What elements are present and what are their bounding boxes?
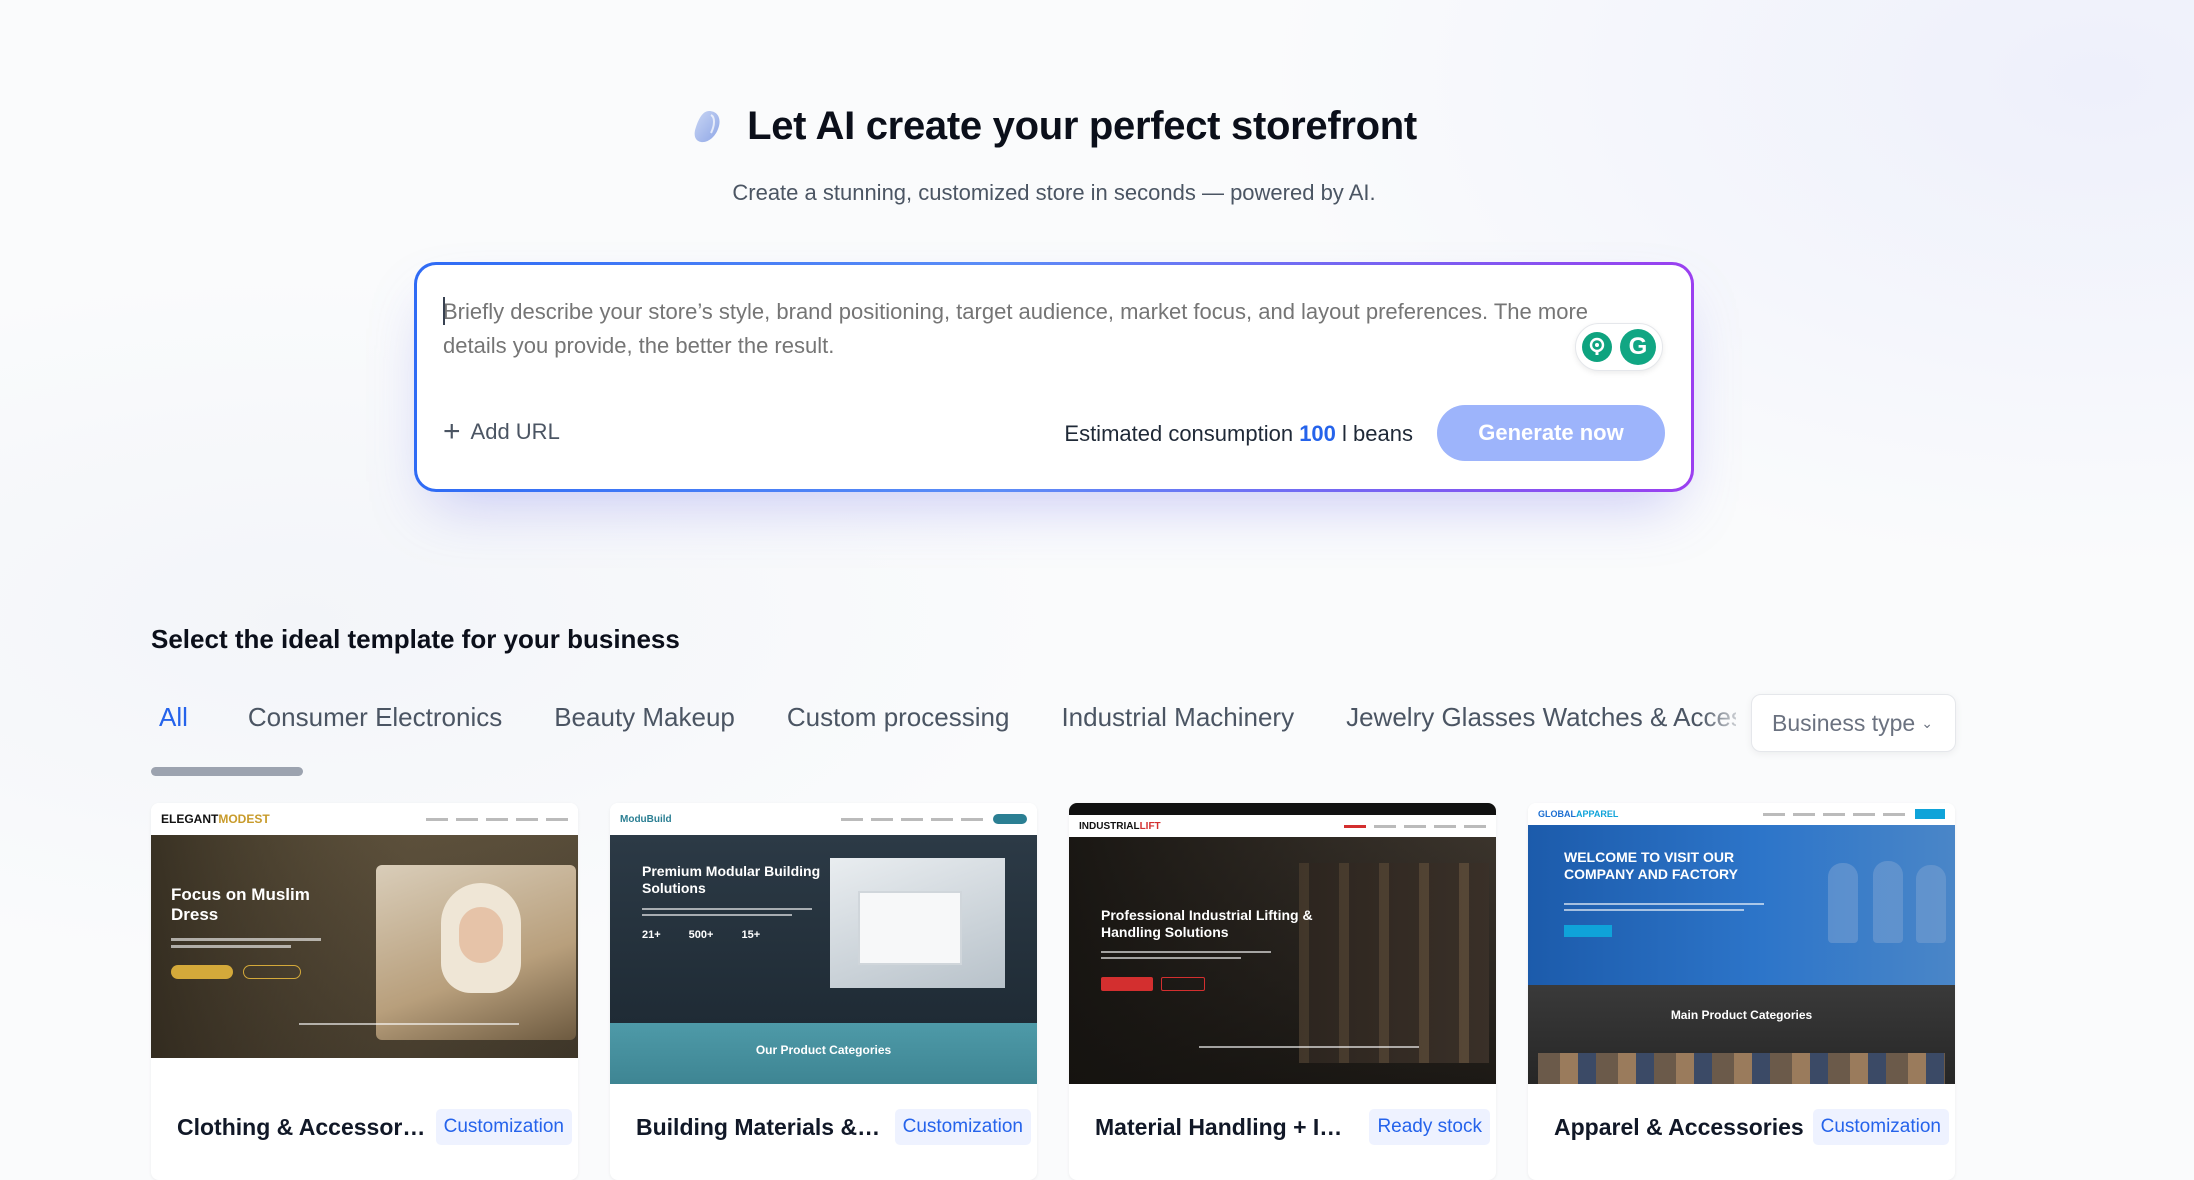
ai-sparkle-icon — [694, 110, 720, 142]
thumb-footer-text: Our Product Categories — [755, 1043, 892, 1057]
template-tag: Customization — [435, 1109, 572, 1145]
page-title: Let AI create your perfect storefront — [747, 104, 1417, 148]
prompt-panel: G + Add URL Estimated consumption 100 l … — [414, 262, 1694, 492]
template-tag: Ready stock — [1369, 1109, 1490, 1145]
thumb-nav: ELEGANTMODEST — [151, 803, 578, 835]
add-url-label: Add URL — [470, 419, 560, 444]
template-title: Apparel & Accessories — [1554, 1114, 1804, 1140]
templates-section-title: Select the ideal template for your busin… — [151, 624, 680, 654]
template-thumbnail: ModuBuild Premium Modular Building Solut… — [610, 803, 1037, 1084]
lightbulb-icon[interactable] — [1582, 332, 1612, 362]
consumption-prefix: Estimated consumption — [1064, 421, 1294, 446]
page-subtitle: Create a stunning, customized store in s… — [732, 180, 1376, 205]
template-tag: Customization — [1812, 1109, 1949, 1145]
category-tabs: All Consumer Electronics Beauty Makeup C… — [151, 702, 1736, 742]
chevron-down-icon: ⌄ — [1921, 714, 1933, 731]
generate-now-button[interactable]: Generate now — [1437, 405, 1665, 461]
store-description-input[interactable] — [443, 295, 1633, 363]
template-card[interactable]: GLOBALAPPAREL WELCOME TO VISIT OUR COMPA… — [1528, 803, 1955, 1180]
tab-all[interactable]: All — [151, 702, 196, 742]
thumb-logo: ModuBuild — [620, 813, 672, 825]
template-thumbnail: INDUSTRIALLIFT Professional Industrial L… — [1069, 803, 1496, 1084]
hero-header: Let AI create your perfect storefront — [0, 104, 2108, 149]
estimated-consumption: Estimated consumption 100 l beans — [1064, 421, 1413, 447]
prompt-box: G + Add URL Estimated consumption 100 l … — [417, 265, 1691, 489]
consumption-separator: l — [1342, 421, 1347, 446]
thumb-hero-text: Professional Industrial Lifting & Handli… — [1101, 907, 1313, 940]
thumb-nav: GLOBALAPPAREL — [1528, 803, 1955, 825]
template-title: Material Handling + Industrial Equipment — [1095, 1114, 1345, 1140]
thumb-logo: GLOBALAPPAREL — [1538, 809, 1619, 819]
text-caret — [443, 297, 445, 325]
template-cards: ELEGANTMODEST Focus on Muslim Dress Clot… — [151, 803, 1957, 1180]
thumb-hero-text: Focus on Muslim Dress — [171, 885, 310, 925]
thumb-stat: 500+ — [688, 929, 714, 941]
template-card[interactable]: ModuBuild Premium Modular Building Solut… — [610, 803, 1037, 1180]
template-card[interactable]: ELEGANTMODEST Focus on Muslim Dress Clot… — [151, 803, 578, 1180]
tabs-scrollbar[interactable] — [151, 767, 303, 776]
thumb-footer-text: Main Product Categories — [1670, 1008, 1813, 1022]
business-type-select[interactable]: Business type ⌄ — [1751, 694, 1956, 752]
tab-industrial-machinery[interactable]: Industrial Machinery — [1061, 702, 1294, 742]
grammarly-icon[interactable]: G — [1620, 329, 1656, 365]
thumb-hero-text: Premium Modular Building Solutions — [642, 863, 821, 896]
template-thumbnail: ELEGANTMODEST Focus on Muslim Dress — [151, 803, 578, 1084]
business-type-label: Business type — [1772, 709, 1916, 736]
thumb-stat: 21+ — [642, 929, 661, 941]
template-thumbnail: GLOBALAPPAREL WELCOME TO VISIT OUR COMPA… — [1528, 803, 1955, 1084]
tab-jewelry-glasses-watches[interactable]: Jewelry Glasses Watches & Accessories — [1346, 702, 1736, 742]
tab-consumer-electronics[interactable]: Consumer Electronics — [248, 702, 502, 742]
template-tag: Customization — [894, 1109, 1031, 1145]
thumb-logo: INDUSTRIALLIFT — [1079, 820, 1161, 832]
thumb-stat: 15+ — [741, 929, 761, 941]
tabs-fade — [1700, 694, 1750, 754]
thumb-logo: ELEGANTMODEST — [161, 812, 270, 826]
tab-custom-processing[interactable]: Custom processing — [787, 702, 1010, 742]
plus-icon: + — [443, 415, 461, 448]
consumption-value: 100 — [1299, 421, 1336, 446]
thumb-nav: INDUSTRIALLIFT — [1069, 815, 1496, 837]
add-url-button[interactable]: + Add URL — [443, 415, 560, 448]
grammarly-badge[interactable]: G — [1575, 323, 1663, 371]
consumption-suffix: beans — [1353, 421, 1413, 446]
thumb-hero-text: WELCOME TO VISIT OUR COMPANY AND FACTORY — [1564, 849, 1738, 882]
template-card[interactable]: INDUSTRIALLIFT Professional Industrial L… — [1069, 803, 1496, 1180]
thumb-nav: ModuBuild — [610, 803, 1037, 835]
template-title: Building Materials & Hardware — [636, 1114, 886, 1140]
template-title: Clothing & Accessories — [177, 1114, 427, 1140]
tab-beauty-makeup[interactable]: Beauty Makeup — [554, 702, 735, 742]
